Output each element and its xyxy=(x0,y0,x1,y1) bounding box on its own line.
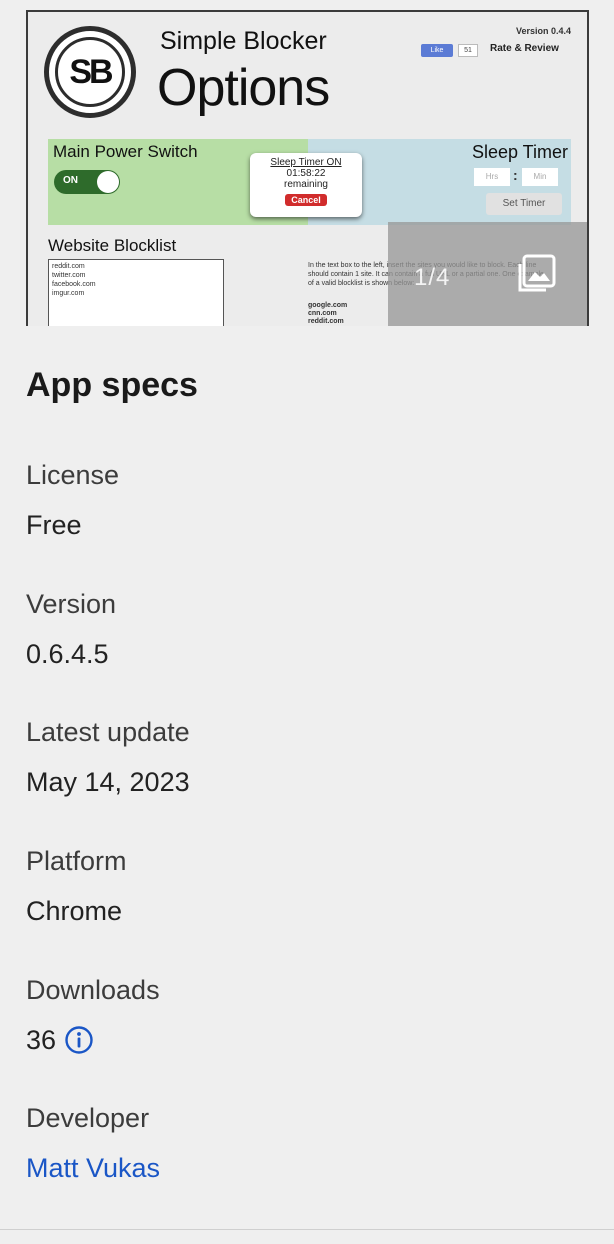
gallery-icon[interactable] xyxy=(516,252,558,294)
preview-blocklist-title: Website Blocklist xyxy=(48,236,177,255)
license-label: License xyxy=(26,460,120,490)
developer-row: Matt Vukas xyxy=(26,1153,160,1184)
developer-label: Developer xyxy=(26,1103,150,1133)
preview-hours-input: Hrs xyxy=(474,168,510,186)
downloads-value: 36 xyxy=(26,1025,57,1055)
latest-update-label: Latest update xyxy=(26,717,190,747)
preview-power-label: Main Power Switch xyxy=(53,142,198,161)
app-screenshot-preview[interactable]: SB Simple Blocker Options Version 0.4.4 … xyxy=(26,10,589,326)
preview-like-button: Like xyxy=(421,44,453,57)
preview-minutes-input: Min xyxy=(522,168,558,186)
preview-version: Version 0.4.4 xyxy=(515,26,571,36)
downloads-label: Downloads xyxy=(26,975,160,1005)
preview-app-name: Simple Blocker xyxy=(160,27,327,55)
platform-label: Platform xyxy=(26,846,127,876)
preview-example-list: google.com cnn.com reddit.com xyxy=(308,302,348,325)
preview-sleep-label: Sleep Timer xyxy=(471,142,568,162)
app-specs-heading: App specs xyxy=(26,366,198,404)
version-value: 0.6.4.5 xyxy=(26,639,109,669)
info-icon[interactable] xyxy=(64,1025,94,1055)
downloads-row: 36 xyxy=(26,1025,94,1056)
simple-blocker-logo: SB xyxy=(44,26,136,118)
preview-timer-popup: Sleep Timer ON 01:58:22 remaining Cancel xyxy=(250,153,362,217)
preview-rate-review: Rate & Review xyxy=(490,43,559,54)
preview-blocklist-box: reddit.com twitter.com facebook.com imgu… xyxy=(48,259,224,326)
developer-link[interactable]: Matt Vukas xyxy=(26,1153,160,1183)
latest-update-value: May 14, 2023 xyxy=(26,767,190,797)
version-label: Version xyxy=(26,589,117,619)
preview-like-count: 51 xyxy=(458,44,478,57)
gallery-overlay[interactable]: 1/4 xyxy=(388,222,587,326)
preview-set-timer-button: Set Timer xyxy=(486,193,562,215)
preview-options-title: Options xyxy=(157,59,330,117)
platform-value: Chrome xyxy=(26,896,123,926)
license-value: Free xyxy=(26,510,82,540)
toggle-knob xyxy=(97,171,119,193)
preview-power-toggle: ON xyxy=(54,170,120,194)
image-counter: 1/4 xyxy=(414,264,451,291)
preview-cancel-button: Cancel xyxy=(285,194,327,206)
bottom-divider xyxy=(0,1229,614,1230)
